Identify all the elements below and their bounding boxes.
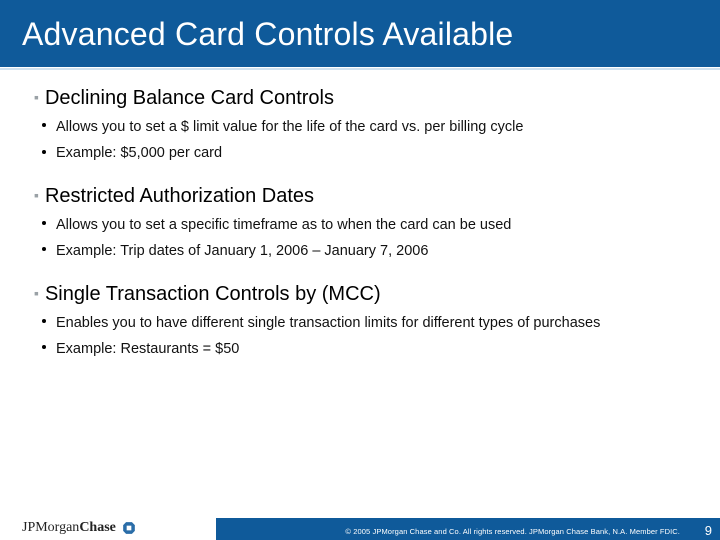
bullet-square-icon: ▪ (34, 187, 39, 203)
bullet-dot-icon (42, 221, 46, 225)
section-single-transaction: ▪ Single Transaction Controls by (MCC) En… (34, 281, 686, 361)
section-heading: ▪ Restricted Authorization Dates (34, 183, 686, 210)
page-number: 9 (705, 523, 712, 538)
list-item: Example: Trip dates of January 1, 2006 –… (34, 240, 686, 262)
list-item: Enables you to have different single tra… (34, 312, 686, 334)
section-bullets: Allows you to set a specific timeframe a… (34, 214, 686, 263)
list-item: Allows you to set a $ limit value for th… (34, 116, 686, 138)
brand-chase: Chase (79, 520, 116, 535)
bullet-text: Example: Restaurants = $50 (56, 341, 239, 357)
copyright-text: © 2005 JPMorgan Chase and Co. All rights… (345, 527, 680, 536)
bullet-text: Example: Trip dates of January 1, 2006 –… (56, 243, 428, 259)
slide: Advanced Card Controls Available ▪ Declin… (0, 0, 720, 540)
list-item: Allows you to set a specific timeframe a… (34, 214, 686, 236)
brand-logo: JPMorganChase (22, 520, 136, 536)
section-restricted-dates: ▪ Restricted Authorization Dates Allows y… (34, 183, 686, 263)
bullet-dot-icon (42, 247, 46, 251)
section-heading: ▪ Single Transaction Controls by (MCC) (34, 281, 686, 308)
bullet-square-icon: ▪ (34, 89, 39, 105)
bullet-dot-icon (42, 345, 46, 349)
section-heading-text: Single Transaction Controls by (MCC) (45, 283, 381, 305)
bullet-square-icon: ▪ (34, 285, 39, 301)
section-bullets: Allows you to set a $ limit value for th… (34, 116, 686, 165)
section-declining-balance: ▪ Declining Balance Card Controls Allows … (34, 85, 686, 165)
bullet-text: Example: $5,000 per card (56, 145, 222, 161)
bullet-dot-icon (42, 150, 46, 154)
bullet-dot-icon (42, 319, 46, 323)
page-title: Advanced Card Controls Available (0, 0, 720, 67)
list-item: Example: $5,000 per card (34, 142, 686, 164)
brand-text: JPMorganChase (22, 520, 116, 536)
bullet-text: Enables you to have different single tra… (56, 315, 600, 331)
footer: JPMorganChase © 2005 JPMorgan Chase and … (0, 508, 720, 540)
content-body: ▪ Declining Balance Card Controls Allows … (0, 67, 720, 361)
section-heading-text: Restricted Authorization Dates (45, 185, 314, 207)
bullet-text: Allows you to set a specific timeframe a… (56, 217, 511, 233)
section-heading: ▪ Declining Balance Card Controls (34, 85, 686, 112)
bullet-dot-icon (42, 123, 46, 127)
octagon-icon (122, 521, 136, 535)
section-heading-text: Declining Balance Card Controls (45, 87, 334, 109)
section-bullets: Enables you to have different single tra… (34, 312, 686, 361)
list-item: Example: Restaurants = $50 (34, 338, 686, 360)
brand-jp: JPMorgan (22, 520, 79, 535)
bullet-text: Allows you to set a $ limit value for th… (56, 119, 523, 135)
